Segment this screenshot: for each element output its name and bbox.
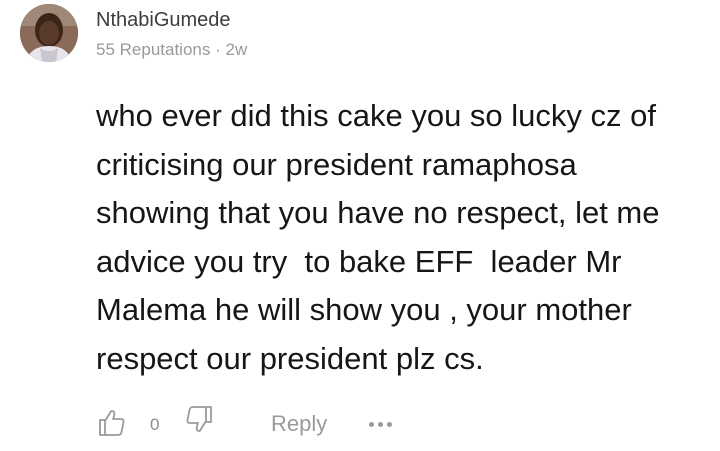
like-count: 0 (150, 415, 160, 434)
comment-actions: 0 Reply (0, 402, 720, 446)
comment-author[interactable]: NthabiGumede (96, 9, 231, 32)
comment-line: showing that you have no respect, let me (96, 195, 660, 230)
more-options-button[interactable] (369, 420, 397, 430)
more-dots-icon (369, 422, 374, 427)
meta-separator: · (210, 40, 226, 59)
reputation-count: 55 Reputations (96, 40, 211, 59)
comment-age: 2w (225, 40, 248, 59)
comment-line: Malema he will show you , your mother (96, 292, 632, 327)
comment-line: advice you try to bake EFF leader Mr (96, 243, 622, 279)
avatar-image (20, 4, 78, 62)
comment-line: criticising our president ramaphosa (96, 146, 577, 182)
comment-meta: 55 Reputations · 2w (96, 40, 247, 60)
comment-line: respect our president plz cs. (96, 340, 484, 376)
thumbs-down-icon (186, 406, 212, 432)
more-dots-icon (387, 422, 392, 427)
thumbs-up-icon (99, 410, 125, 436)
comment-line: who ever did this cake you so lucky cz o… (96, 98, 656, 133)
reply-button[interactable]: Reply (271, 411, 327, 437)
dislike-button[interactable] (184, 404, 214, 434)
like-button[interactable] (97, 408, 127, 438)
avatar[interactable] (20, 4, 78, 62)
comment-body: who ever did this cake you so lucky cz o… (96, 92, 711, 383)
more-dots-icon (378, 422, 383, 427)
